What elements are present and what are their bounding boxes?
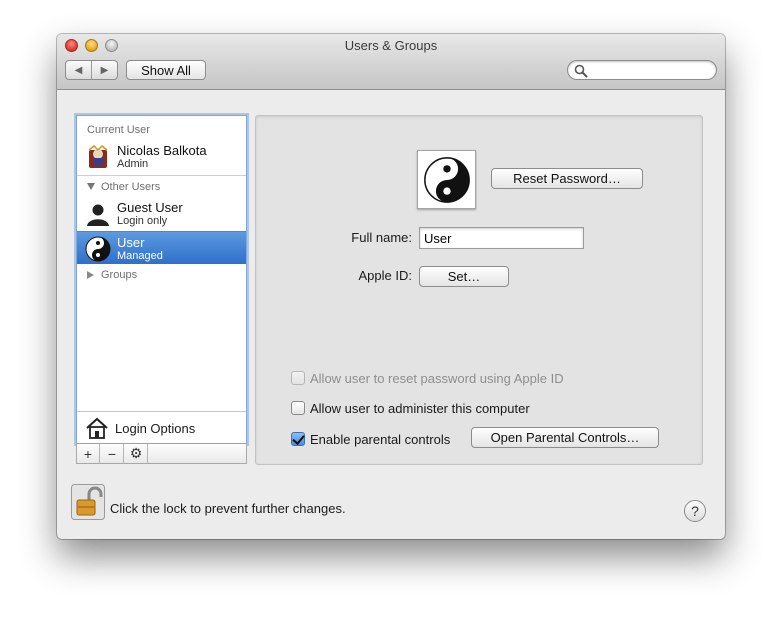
search-input[interactable] [590,63,710,77]
search-field[interactable] [567,60,717,80]
list-item-current-user[interactable]: Nicolas Balkota Admin [77,140,246,174]
unlocked-padlock-icon[interactable] [71,484,105,520]
list-item-user-selected[interactable]: User Managed [77,231,246,264]
list-action-bar: + − ⚙ [76,444,247,464]
current-user-role: Admin [117,158,149,170]
groups-disclosure-icon[interactable] [87,271,94,279]
back-button[interactable]: ◀ [66,61,91,79]
remove-user-button[interactable]: − [101,444,124,463]
title-bar: Users & Groups ◀ ▶ Show All [57,34,725,90]
guest-silhouette-icon [87,204,109,226]
apple-id-set-button[interactable]: Set… [419,266,509,287]
yin-yang-icon [423,156,470,203]
other-users-disclosure-icon[interactable] [87,183,95,190]
apple-id-label: Apple ID: [358,268,412,283]
reset-password-button[interactable]: Reset Password… [491,168,643,189]
user-role: Managed [117,250,163,262]
guest-user-name: Guest User [117,200,183,215]
yin-yang-avatar-icon [85,236,111,262]
user-detail-panel: Reset Password… Full name: Apple ID: Set… [255,115,703,465]
full-name-field[interactable] [419,227,584,249]
users-groups-window: Users & Groups ◀ ▶ Show All Current User… [57,34,725,539]
back-forward-control: ◀ ▶ [65,60,118,80]
forward-button[interactable]: ▶ [91,61,117,79]
house-icon [86,417,108,439]
parental-controls-row: Enable parental controls [291,430,450,448]
full-name-label: Full name: [351,230,412,245]
window-title: Users & Groups [344,38,438,53]
login-options-label: Login Options [115,421,196,436]
user-name: User [117,235,145,250]
allow-reset-password-checkbox[interactable] [291,371,305,385]
enable-parental-controls-label[interactable]: Enable parental controls [310,432,450,447]
help-button[interactable]: ? [684,500,706,522]
current-user-heading: Current User [87,124,150,136]
allow-admin-row: Allow user to administer this computer [291,399,530,417]
allow-admin-checkbox[interactable] [291,401,305,415]
list-item-guest-user[interactable]: Guest User Login only [77,197,246,231]
user-list: Current User Nicolas Balkota Admin Other… [76,115,247,444]
show-all-button[interactable]: Show All [126,60,206,80]
guest-user-role: Login only [117,215,168,227]
user-picture-well[interactable] [417,150,476,209]
groups-heading[interactable]: Groups [101,269,137,281]
enable-parental-controls-checkbox[interactable] [291,432,305,446]
other-users-heading: Other Users [101,181,161,193]
list-divider [77,175,246,176]
login-options-item[interactable]: Login Options [77,411,246,443]
allow-reset-password-label: Allow user to reset password using Apple… [310,370,564,386]
open-parental-controls-button[interactable]: Open Parental Controls… [471,427,659,448]
search-icon [574,64,588,78]
add-user-button[interactable]: + [77,444,100,463]
admin-avatar-icon [88,144,108,168]
current-user-name: Nicolas Balkota [117,143,207,158]
allow-reset-password-row: Allow user to reset password using Apple… [291,369,564,387]
allow-admin-label[interactable]: Allow user to administer this computer [310,401,530,416]
gear-menu-button[interactable]: ⚙ [125,444,148,463]
lock-status-text: Click the lock to prevent further change… [110,501,346,516]
